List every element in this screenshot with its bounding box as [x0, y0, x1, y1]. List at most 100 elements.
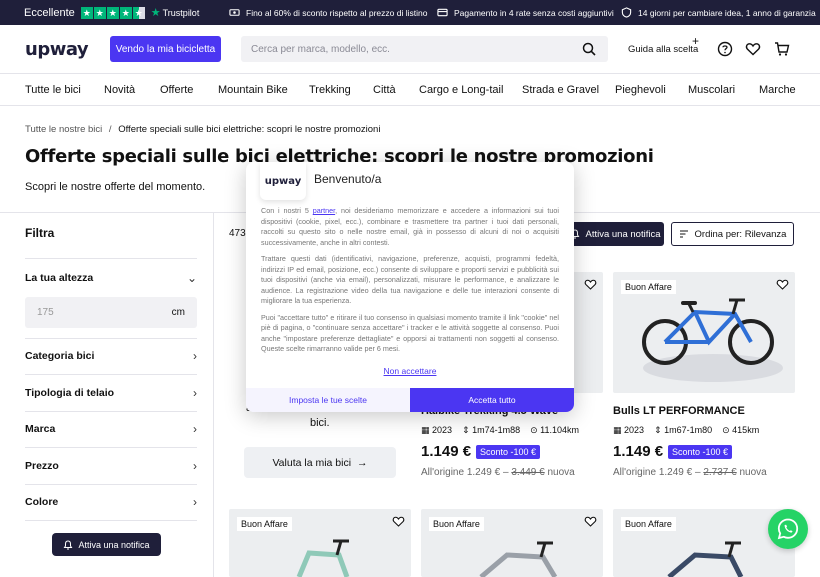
- chevron-right-icon: ›: [193, 386, 197, 400]
- accept-all-button[interactable]: Accetta tutto: [410, 388, 574, 412]
- whatsapp-button[interactable]: [768, 509, 808, 549]
- product-price: 1.149 €: [613, 443, 664, 460]
- original-price: All'origine 1.249 € – 2.737 € nuova: [613, 467, 767, 478]
- nav-item-offers[interactable]: Offerte: [160, 84, 193, 96]
- chevron-right-icon: ›: [193, 459, 197, 473]
- divider: [25, 374, 197, 375]
- star-icon: ★: [106, 6, 119, 19]
- shield-icon: [621, 7, 632, 18]
- spec-size: ⇕ 1m74-1m88: [462, 425, 521, 435]
- filter-frame[interactable]: Tipologia di telaio ›: [25, 383, 197, 403]
- filter-brand[interactable]: Marca ›: [25, 419, 197, 439]
- sell-bike-button[interactable]: Vendo la mia bicicletta: [110, 36, 221, 62]
- bike-photo: [667, 541, 744, 577]
- top-bar: Eccellente ★ ★ ★ ★ ★ ★ Trustpilot Fino al…: [0, 0, 820, 25]
- modal-paragraph: Puoi "accettare tutto" e ritirare il tuo…: [261, 312, 559, 354]
- page-subtitle: Scopri le nostre offerte del momento.: [25, 181, 206, 193]
- discount-badge: Sconto -100 €: [476, 445, 541, 459]
- nav-item-city[interactable]: Città: [373, 84, 396, 96]
- filter-price[interactable]: Prezzo ›: [25, 456, 197, 476]
- nav-item-folding[interactable]: Pieghevoli: [615, 84, 666, 96]
- nav-item-brands[interactable]: Marche: [759, 84, 796, 96]
- star-icon: ★: [119, 6, 132, 19]
- original-price: All'origine 1.249 € – 3.449 € nuova: [421, 467, 575, 478]
- chevron-right-icon: ›: [193, 495, 197, 509]
- trustpilot-logo: ★ Trustpilot: [150, 7, 200, 19]
- search-input[interactable]: Cerca per marca, modello, ecc.: [241, 36, 608, 62]
- reject-link[interactable]: Non accettare: [246, 366, 574, 376]
- modal-title: Benvenuto/a: [314, 172, 382, 186]
- site-header: upway Vendo la mia bicicletta Cerca per …: [0, 25, 820, 73]
- tag-icon: [229, 9, 240, 16]
- divider: [25, 520, 197, 521]
- chevron-right-icon: ›: [193, 349, 197, 363]
- evaluate-bike-button[interactable]: Valuta la mia bici →: [244, 447, 396, 478]
- discount-badge: Sconto -100 €: [668, 445, 733, 459]
- trustpilot-rating[interactable]: Eccellente ★ ★ ★ ★ ★ ★ Trustpilot: [0, 6, 200, 19]
- notify-button[interactable]: Attiva una notifica: [566, 222, 664, 246]
- heart-icon[interactable]: [745, 41, 761, 57]
- bike-photo: [642, 298, 783, 382]
- breadcrumb-current: Offerte speciali sulle bici elettriche: …: [118, 124, 381, 135]
- height-unit: cm: [171, 307, 185, 318]
- spec-km: ⊙ 415km: [722, 425, 760, 435]
- filter-category[interactable]: Categoria bici ›: [25, 346, 197, 366]
- product-image[interactable]: Buon Affare: [229, 509, 411, 577]
- divider: [25, 484, 197, 485]
- product-image[interactable]: Buon Affare: [613, 272, 795, 393]
- divider: [25, 411, 197, 412]
- sort-button[interactable]: Ordina per: Rilevanza: [671, 222, 794, 246]
- star-icon: ★: [93, 6, 106, 19]
- guide-link[interactable]: Guida alla scelta: [628, 44, 698, 55]
- nav-item-trekking[interactable]: Trekking: [309, 84, 351, 96]
- sort-icon: [679, 230, 688, 238]
- spec-km: ⊙ 11.104km: [530, 425, 580, 435]
- whatsapp-icon: [777, 518, 799, 540]
- results-count: 473: [229, 228, 246, 239]
- breadcrumb-separator: /: [108, 124, 112, 135]
- cart-icon[interactable]: [774, 41, 790, 57]
- divider: [25, 447, 197, 448]
- nav-item-new[interactable]: Novità: [104, 84, 135, 96]
- filter-color[interactable]: Colore ›: [25, 492, 197, 512]
- nav-item-all[interactable]: Tutte le bici: [25, 84, 81, 96]
- modal-body: Con i nostri 5 partner, noi desideriamo …: [261, 206, 559, 361]
- nav-item-road[interactable]: Strada e Gravel: [522, 84, 599, 96]
- bell-icon: [64, 539, 73, 549]
- height-filter-header[interactable]: La tua altezza ⌄: [25, 268, 197, 288]
- height-placeholder: 175: [37, 307, 54, 318]
- product-image[interactable]: Buon Affare: [613, 509, 795, 577]
- product-specs: ▦ 2023 ⇕ 1m67-1m80 ⊙ 415km: [613, 425, 759, 436]
- modal-logo: upway: [260, 162, 306, 200]
- breadcrumb: Tutte le nostre bici / Offerte speciali …: [25, 124, 380, 135]
- spec-year: ▦ 2023: [613, 425, 645, 435]
- breadcrumb-home[interactable]: Tutte le nostre bici: [25, 124, 102, 135]
- sidebar-notify-button[interactable]: Attiva una notifica: [52, 533, 161, 556]
- partners-link[interactable]: partner: [313, 206, 335, 215]
- height-input[interactable]: 175 cm: [25, 297, 197, 328]
- nav-item-cargo[interactable]: Cargo e Long-tail: [419, 84, 503, 96]
- category-nav: Tutte le bici Novità Offerte Mountain Bi…: [0, 73, 820, 106]
- help-icon[interactable]: [717, 41, 733, 57]
- product-price: 1.149 €: [421, 443, 472, 460]
- nav-item-mtb[interactable]: Mountain Bike: [218, 84, 288, 96]
- sparkle-icon: +: [692, 34, 700, 48]
- settings-button[interactable]: Imposta le tue scelte: [246, 388, 410, 412]
- bike-photo: [479, 541, 558, 577]
- spec-size: ⇕ 1m67-1m80: [654, 425, 713, 435]
- rating-stars: ★ ★ ★ ★ ★: [80, 6, 145, 19]
- product-name[interactable]: Bulls LT PERFORMANCE: [613, 405, 745, 417]
- chevron-up-icon: ⌄: [186, 271, 197, 285]
- product-image[interactable]: Buon Affare: [421, 509, 603, 577]
- promo-return: 14 giorni per cambiare idea, 1 anno di g…: [621, 0, 816, 25]
- search-icon[interactable]: [582, 42, 596, 56]
- cookie-consent-modal: upway Benvenuto/a Con i nostri 5 partner…: [246, 162, 574, 412]
- modal-paragraph: Con i nostri 5 partner, noi desideriamo …: [261, 206, 560, 247]
- spec-year: ▦ 2023: [421, 425, 453, 435]
- product-specs: ▦ 2023 ⇕ 1m74-1m88 ⊙ 11.104km: [421, 425, 579, 436]
- modal-paragraph: Trattare questi dati (identificativi, na…: [261, 254, 559, 305]
- upway-logo[interactable]: upway: [25, 39, 89, 60]
- nav-item-muscular[interactable]: Muscolari: [688, 84, 735, 96]
- heart-icon[interactable]: [584, 278, 597, 291]
- search-placeholder: Cerca per marca, modello, ecc.: [251, 43, 390, 55]
